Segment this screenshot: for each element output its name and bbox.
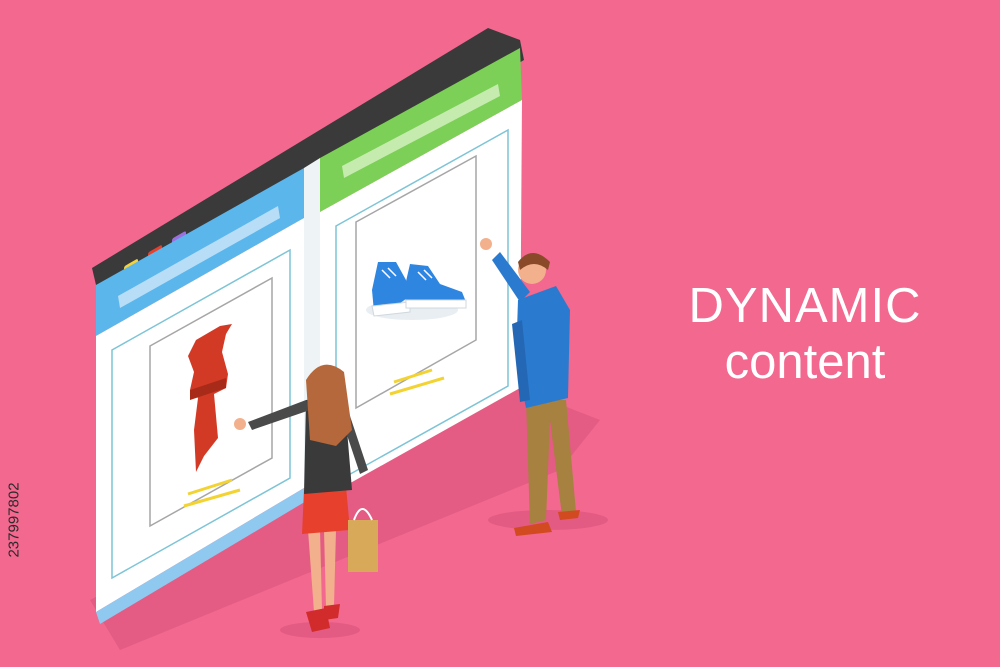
headline-line-2: content	[724, 335, 886, 389]
headline: DYNAMIC content	[640, 278, 970, 390]
shopping-bag	[348, 520, 378, 572]
headline-line-1: DYNAMIC	[688, 279, 922, 333]
stock-id: 237997802	[2, 420, 26, 620]
stock-id-text: 237997802	[5, 482, 23, 558]
